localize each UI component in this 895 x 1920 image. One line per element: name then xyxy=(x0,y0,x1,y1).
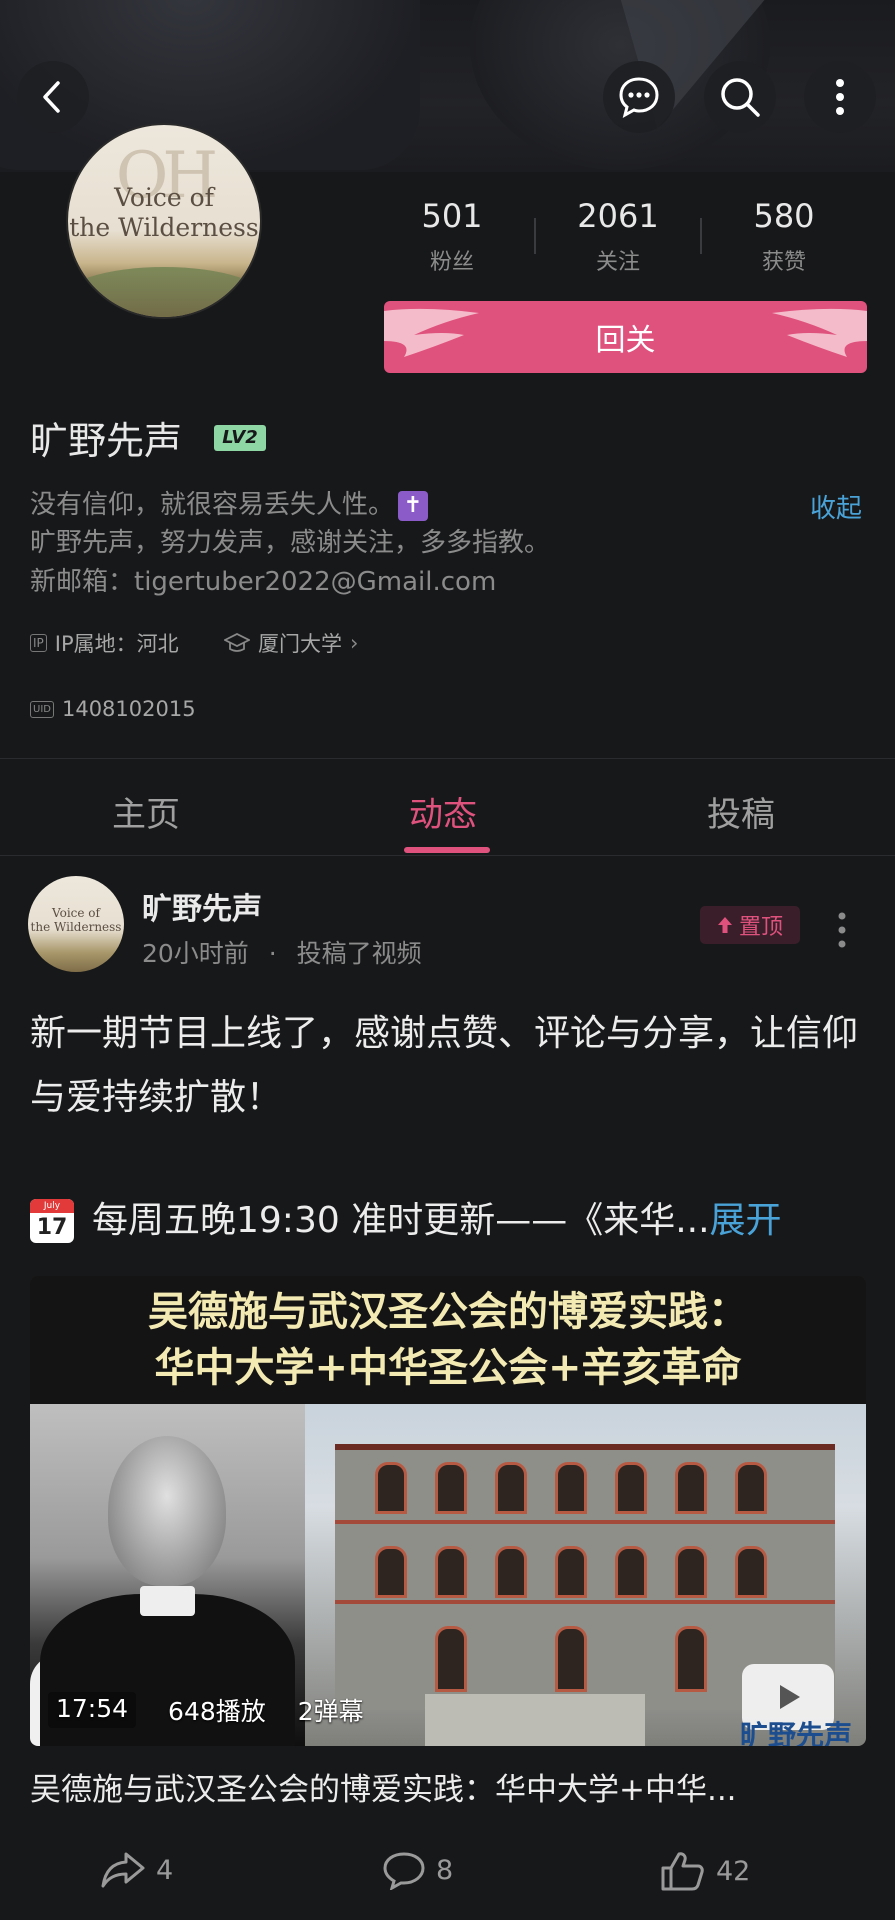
tab-uploads[interactable]: 投稿 xyxy=(707,787,775,836)
video-thumbnail[interactable]: 吴德施与武汉圣公会的博爱实践： 华中大学+中华圣公会+辛亥革命 17:54 64… xyxy=(30,1276,866,1746)
more-button[interactable] xyxy=(804,61,876,133)
like-count: 42 xyxy=(716,1855,751,1887)
post-time: 20小时前 xyxy=(142,939,249,968)
video-thumbnail-title: 吴德施与武汉圣公会的博爱实践： 华中大学+中华圣公会+辛亥革命 xyxy=(30,1276,866,1404)
post-action: 投稿了视频 xyxy=(296,939,422,968)
likes-stat[interactable]: 580 获赞 xyxy=(724,196,844,276)
comment-button[interactable]: 8 xyxy=(382,1850,453,1890)
pinned-badge: 置顶 xyxy=(700,906,800,944)
video-danmaku: 2弹幕 xyxy=(297,1697,364,1726)
following-count: 2061 xyxy=(577,197,659,235)
wing-right-icon xyxy=(772,308,867,357)
following-stat[interactable]: 2061 关注 xyxy=(558,196,678,276)
cross-emoji-icon: ✝ xyxy=(398,490,429,521)
expand-button[interactable]: 展开 xyxy=(710,1196,782,1246)
bio-line-3: 新邮箱：tigertuber2022@Gmail.com xyxy=(30,567,497,597)
video-duration: 17:54 xyxy=(48,1692,137,1728)
share-count: 4 xyxy=(156,1854,174,1886)
share-icon xyxy=(101,1852,145,1888)
chat-bubble-icon xyxy=(619,77,659,118)
stat-divider xyxy=(700,218,702,254)
more-vertical-icon xyxy=(836,79,844,115)
followers-count: 501 xyxy=(421,197,483,235)
graduation-cap-icon xyxy=(224,632,250,652)
share-button[interactable]: 4 xyxy=(100,1850,173,1890)
follow-back-label: 回关 xyxy=(595,323,656,358)
stat-divider xyxy=(534,218,536,254)
following-label: 关注 xyxy=(595,250,640,275)
schedule-text: 每周五晚19:30 准时更新——《来华... xyxy=(92,1200,710,1241)
post-text: 新一期节目上线了，感谢点赞、评论与分享，让信仰与爱持续扩散！ xyxy=(30,1013,859,1118)
uid-row[interactable]: UID 1408102015 xyxy=(30,697,196,721)
video-stats: 17:54 648播放 2弹幕 xyxy=(48,1692,364,1728)
video-caption[interactable]: 吴德施与武汉圣公会的博爱实践：华中大学+中华... xyxy=(30,1764,870,1809)
search-icon xyxy=(721,78,760,117)
level-badge: LV2 xyxy=(214,425,266,451)
chevron-right-icon: › xyxy=(350,631,359,655)
ip-badge-icon: IP xyxy=(30,634,47,652)
message-button[interactable] xyxy=(603,61,675,133)
post-meta: 20小时前 · 投稿了视频 xyxy=(142,939,422,968)
post-author-name[interactable]: 旷野先声 xyxy=(142,884,262,928)
bio-line-1: 没有信仰，就很容易丢失人性。 ✝ xyxy=(30,486,429,524)
school-link[interactable]: 厦门大学 › xyxy=(224,628,358,658)
post-author-avatar[interactable]: Voice of the Wilderness xyxy=(28,876,124,972)
video-plays: 648播放 xyxy=(168,1697,266,1726)
followers-stat[interactable]: 501 粉丝 xyxy=(392,196,512,276)
tab-dynamics[interactable]: 动态 xyxy=(409,787,477,836)
tab-home[interactable]: 主页 xyxy=(112,787,180,836)
back-button[interactable] xyxy=(17,61,89,133)
bio-line-2: 旷野先声，努力发声，感谢关注，多多指教。 xyxy=(30,528,551,558)
profile-avatar[interactable]: OH Voice of the Wilderness xyxy=(66,123,262,319)
profile-tabs: 主页 动态 投稿 xyxy=(0,758,895,856)
uid-badge-icon: UID xyxy=(30,700,54,718)
more-vertical-icon xyxy=(838,912,846,948)
post-schedule-line: July 17 每周五晚19:30 准时更新——《来华... 展开 xyxy=(30,1196,870,1246)
thumbs-up-icon xyxy=(661,1852,704,1891)
likes-count: 580 xyxy=(753,197,815,235)
ip-location: IP IP属地：河北 xyxy=(30,628,179,658)
like-button[interactable]: 42 xyxy=(660,1850,750,1892)
post-more-button[interactable] xyxy=(836,910,848,954)
wing-left-icon xyxy=(384,308,479,357)
likes-label: 获赞 xyxy=(761,250,806,275)
chevron-left-icon xyxy=(43,81,60,113)
search-button[interactable] xyxy=(704,61,776,133)
avatar-logo-text: Voice of the Wilderness xyxy=(69,183,259,242)
calendar-emoji-icon: July 17 xyxy=(30,1199,74,1243)
comment-count: 8 xyxy=(436,1854,454,1886)
collapse-bio-button[interactable]: 收起 xyxy=(810,488,862,525)
follow-back-button[interactable]: 回关 xyxy=(384,301,867,373)
pin-arrow-up-icon xyxy=(717,917,732,933)
active-tab-indicator xyxy=(404,847,490,853)
followers-label: 粉丝 xyxy=(429,250,474,275)
comment-icon xyxy=(383,1852,425,1890)
video-watermark: 旷野先声 xyxy=(739,1719,852,1746)
profile-name: 旷野先声 xyxy=(30,419,183,463)
